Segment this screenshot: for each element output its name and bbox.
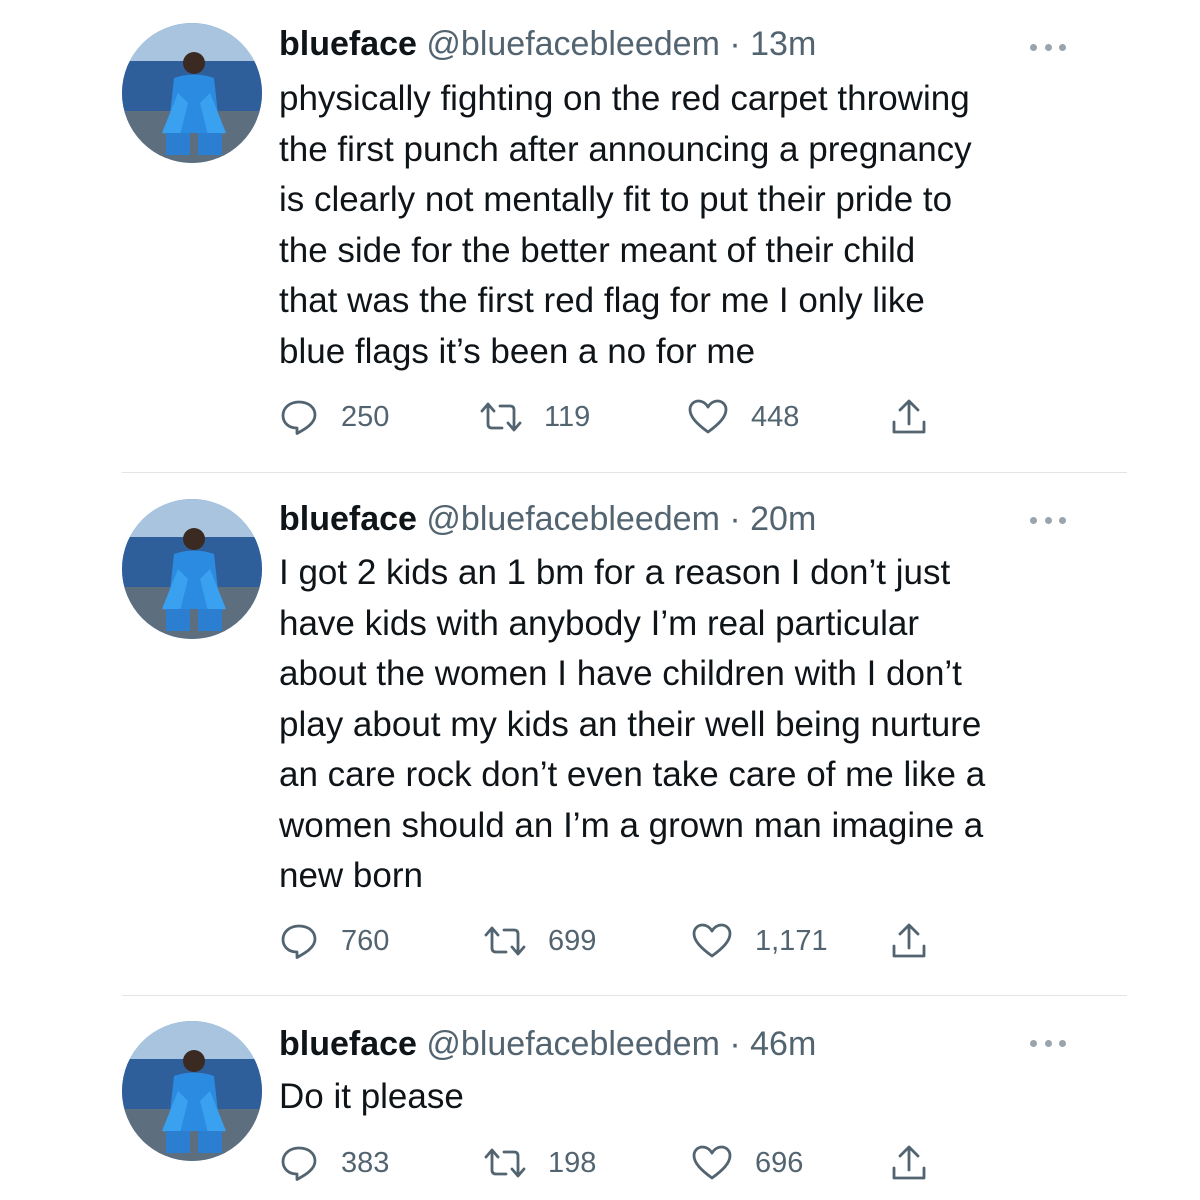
author-handle[interactable]: @bluefacebleedem: [426, 1025, 719, 1063]
tweet-text-line: the first punch after announcing a pregn…: [279, 129, 972, 169]
separator-dot: ·: [729, 1025, 741, 1063]
retweet-count: 119: [544, 400, 591, 433]
tweet-text-line: women should an I’m a grown man imagine …: [279, 805, 984, 845]
author-name[interactable]: blueface: [279, 500, 417, 538]
tweet-text: I got 2 kids an 1 bm for a reason I don’…: [279, 548, 1099, 902]
more-options-icon[interactable]: [1030, 510, 1066, 530]
tweet-text-line: I got 2 kids an 1 bm for a reason I don’…: [279, 553, 951, 592]
timestamp[interactable]: 46m: [750, 1025, 816, 1063]
tweet-divider: [122, 995, 1127, 996]
retweet-button[interactable]: 699: [482, 921, 596, 961]
reply-button[interactable]: 383: [279, 1143, 389, 1183]
tweet-divider: [122, 472, 1127, 473]
tweet-text-line: Do it please: [279, 1077, 464, 1116]
avatar[interactable]: [122, 499, 262, 639]
reply-icon: [281, 924, 317, 959]
retweet-button[interactable]: 198: [482, 1143, 596, 1183]
more-options-icon[interactable]: [1030, 1033, 1066, 1053]
share-icon: [892, 1145, 926, 1180]
action-bar: 760 699 1,171: [279, 921, 979, 961]
reply-button[interactable]: 760: [279, 921, 389, 961]
retweet-icon: [484, 926, 526, 956]
avatar[interactable]: [122, 23, 262, 163]
retweet-button[interactable]: 119: [478, 397, 590, 437]
share-icon: [892, 399, 926, 434]
timestamp[interactable]: 20m: [750, 500, 816, 538]
reply-count: 383: [341, 1146, 390, 1179]
avatar[interactable]: [122, 1021, 262, 1161]
more-options-icon[interactable]: [1030, 37, 1066, 57]
tweet-text: Do it please: [279, 1072, 1099, 1123]
reply-count: 250: [341, 400, 390, 433]
tweet-text-line: an care rock don’t even take care of me …: [279, 755, 986, 794]
retweet-count: 699: [548, 924, 597, 957]
like-count: 1,171: [755, 924, 828, 957]
separator-dot: ·: [729, 25, 741, 63]
tweet-text-line: blue flags it’s been a no for me: [279, 331, 756, 371]
share-button[interactable]: [889, 921, 929, 961]
tweet-text-line: the side for the better meant of their c…: [279, 230, 916, 270]
retweet-icon: [480, 402, 522, 432]
author-name[interactable]: blueface: [279, 25, 417, 63]
like-button[interactable]: 1,171: [691, 921, 828, 961]
separator-dot: ·: [729, 500, 741, 538]
tweet-text-line: have kids with anybody I’m real particul…: [279, 603, 920, 643]
reply-count: 760: [341, 924, 390, 957]
action-bar: 250 119 448: [279, 397, 979, 437]
reply-icon: [281, 1146, 317, 1181]
author-handle[interactable]: @bluefacebleedem: [426, 500, 719, 538]
author-handle[interactable]: @bluefacebleedem: [426, 25, 719, 63]
like-count: 448: [751, 400, 800, 433]
action-bar: 383 198 696: [279, 1143, 979, 1183]
tweet-text-line: new born: [279, 856, 423, 895]
tweet-text-line: that was the first red flag for me I onl…: [279, 281, 925, 320]
reply-button[interactable]: 250: [279, 397, 389, 437]
like-button[interactable]: 448: [687, 397, 799, 437]
retweet-icon: [484, 1148, 526, 1178]
tweet-text-line: physically fighting on the red carpet th…: [279, 79, 970, 118]
author-name[interactable]: blueface: [279, 1025, 417, 1063]
tweet-text-line: is clearly not mentally fit to put their…: [279, 180, 953, 219]
heart-icon: [692, 1145, 732, 1180]
timestamp[interactable]: 13m: [750, 25, 816, 63]
like-count: 696: [755, 1146, 804, 1179]
tweet-text-line: about the women I have children with I d…: [279, 654, 962, 693]
reply-icon: [281, 400, 317, 435]
tweet-text: physically fighting on the red carpet th…: [279, 74, 1099, 377]
retweet-count: 198: [548, 1146, 597, 1179]
share-button[interactable]: [889, 397, 929, 437]
heart-icon: [688, 399, 728, 434]
heart-icon: [692, 923, 732, 958]
like-button[interactable]: 696: [691, 1143, 803, 1183]
share-button[interactable]: [889, 1143, 929, 1183]
tweet-text-line: play about my kids an their well being n…: [279, 704, 982, 744]
share-icon: [892, 923, 926, 958]
